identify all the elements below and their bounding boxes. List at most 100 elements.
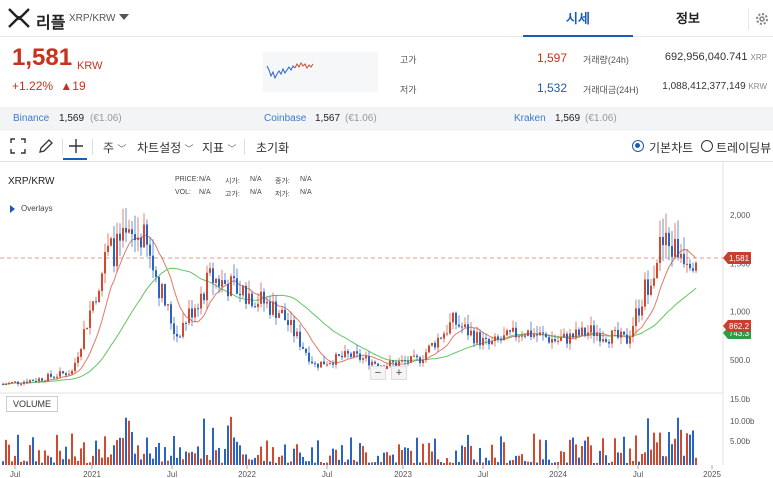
candle-body [440,337,442,339]
volume-bar [2,461,4,465]
candle-body [173,323,175,334]
period-select[interactable]: 주 ﹀ [103,139,126,156]
candle-body [689,263,691,269]
candle-body [692,268,694,271]
settings-button[interactable] [748,8,772,30]
candle-body [83,329,85,349]
candle-body [536,334,538,336]
gear-icon [756,13,768,25]
pencil-icon[interactable] [38,138,54,154]
candle-body [497,336,499,340]
exchange-name-coinbase[interactable]: Coinbase [264,113,306,124]
candle-body [230,276,232,297]
zoom-out-button[interactable]: − [370,366,386,380]
candle-body [458,324,460,327]
basic-chart-radio[interactable] [632,140,644,152]
candle-body [554,338,556,342]
candle-body [632,325,634,338]
candle-body [461,326,463,328]
chart-canvas[interactable]: 2,0001,5001,000500.015.0b10.00b5.00bJul2… [0,162,773,478]
candle-body [170,304,172,324]
volume-bar [476,462,478,465]
volume-bar [512,459,514,465]
volume-bar [401,450,403,465]
zoom-in-button[interactable]: + [391,366,407,380]
candle-body [449,322,451,334]
volume-bar [152,458,154,465]
chart-toolbar: 주 ﹀ 차트설정 ﹀ 지표 ﹀ 초기화 기본차트 트레이딩뷰 [0,131,773,162]
volume-bar [593,462,595,465]
candle-body [11,382,13,384]
candle-body [548,337,550,343]
price-chart[interactable]: 2,0001,5001,000500.015.0b10.00b5.00bJul2… [0,162,773,478]
candle-body [290,320,292,325]
volume-bar [584,440,586,465]
overlays-toggle[interactable]: Overlays [10,204,53,213]
volume-bar [662,456,664,465]
candle-body [317,363,319,368]
volume-bar [65,446,67,465]
candle-body [431,342,433,346]
tab-price[interactable]: 시세 [523,0,633,37]
volume-bar [419,462,421,465]
volume-bar [74,456,76,465]
candle-body [311,361,313,364]
exchange-name-binance[interactable]: Binance [13,113,49,124]
candle-body [359,353,361,360]
amount-24h: 1,088,412,377,149 KRW [640,81,767,92]
candle-body [65,373,67,376]
tradingview-radio[interactable] [701,140,713,152]
candle-body [275,301,277,318]
volume-bar [467,434,469,465]
volume-bar [482,462,484,465]
chart-settings-menu[interactable]: 차트설정 ﹀ [137,139,194,156]
candle-body [224,280,226,285]
volume-bar [578,457,580,465]
crosshair-icon[interactable] [68,138,84,154]
volume-bar [656,442,658,465]
volume-bar [566,462,568,465]
tab-info[interactable]: 정보 [633,0,743,37]
volume-bar [470,445,472,465]
candle-body [269,301,271,315]
chevron-down-icon[interactable] [119,14,129,20]
time-axis-label: 2021 [83,470,101,478]
candle-body [101,273,103,291]
candle-body [20,383,22,385]
candle-body [332,363,334,365]
candle-body [374,361,376,364]
candle-body [74,362,76,371]
indicators-menu[interactable]: 지표 ﹀ [202,139,236,156]
volume-bar [95,440,97,465]
basic-chart-label[interactable]: 기본차트 [649,139,693,156]
candle-body [560,337,562,341]
candle-body [581,327,583,336]
candle-body [131,229,133,235]
volume-bar [89,462,91,465]
fullscreen-icon[interactable] [10,138,26,154]
candle-body [542,332,544,334]
volume-bar [407,448,409,465]
play-icon [10,204,15,213]
volume-bar [167,460,169,465]
candle-body [104,251,106,274]
volume-pane-label: VOLUME [6,396,58,412]
volume-bar [287,462,289,465]
price-axis-label: 500.0 [730,356,751,365]
exchange-name-kraken[interactable]: Kraken [514,113,546,124]
candle-body [572,333,574,338]
candle-body [80,348,82,357]
candle-body [212,268,214,283]
reset-button[interactable]: 초기화 [256,139,289,156]
volume-bar [20,461,22,465]
volume-bar [386,452,388,465]
volume-bar [650,449,652,465]
volume-bar [215,450,217,465]
volume-bar [71,433,73,465]
volume-bar [392,454,394,465]
volume-bar [185,451,187,465]
candle-body [218,278,220,287]
tradingview-label[interactable]: 트레이딩뷰 [716,139,771,156]
candle-body [674,238,676,257]
volume-bar [368,462,370,465]
